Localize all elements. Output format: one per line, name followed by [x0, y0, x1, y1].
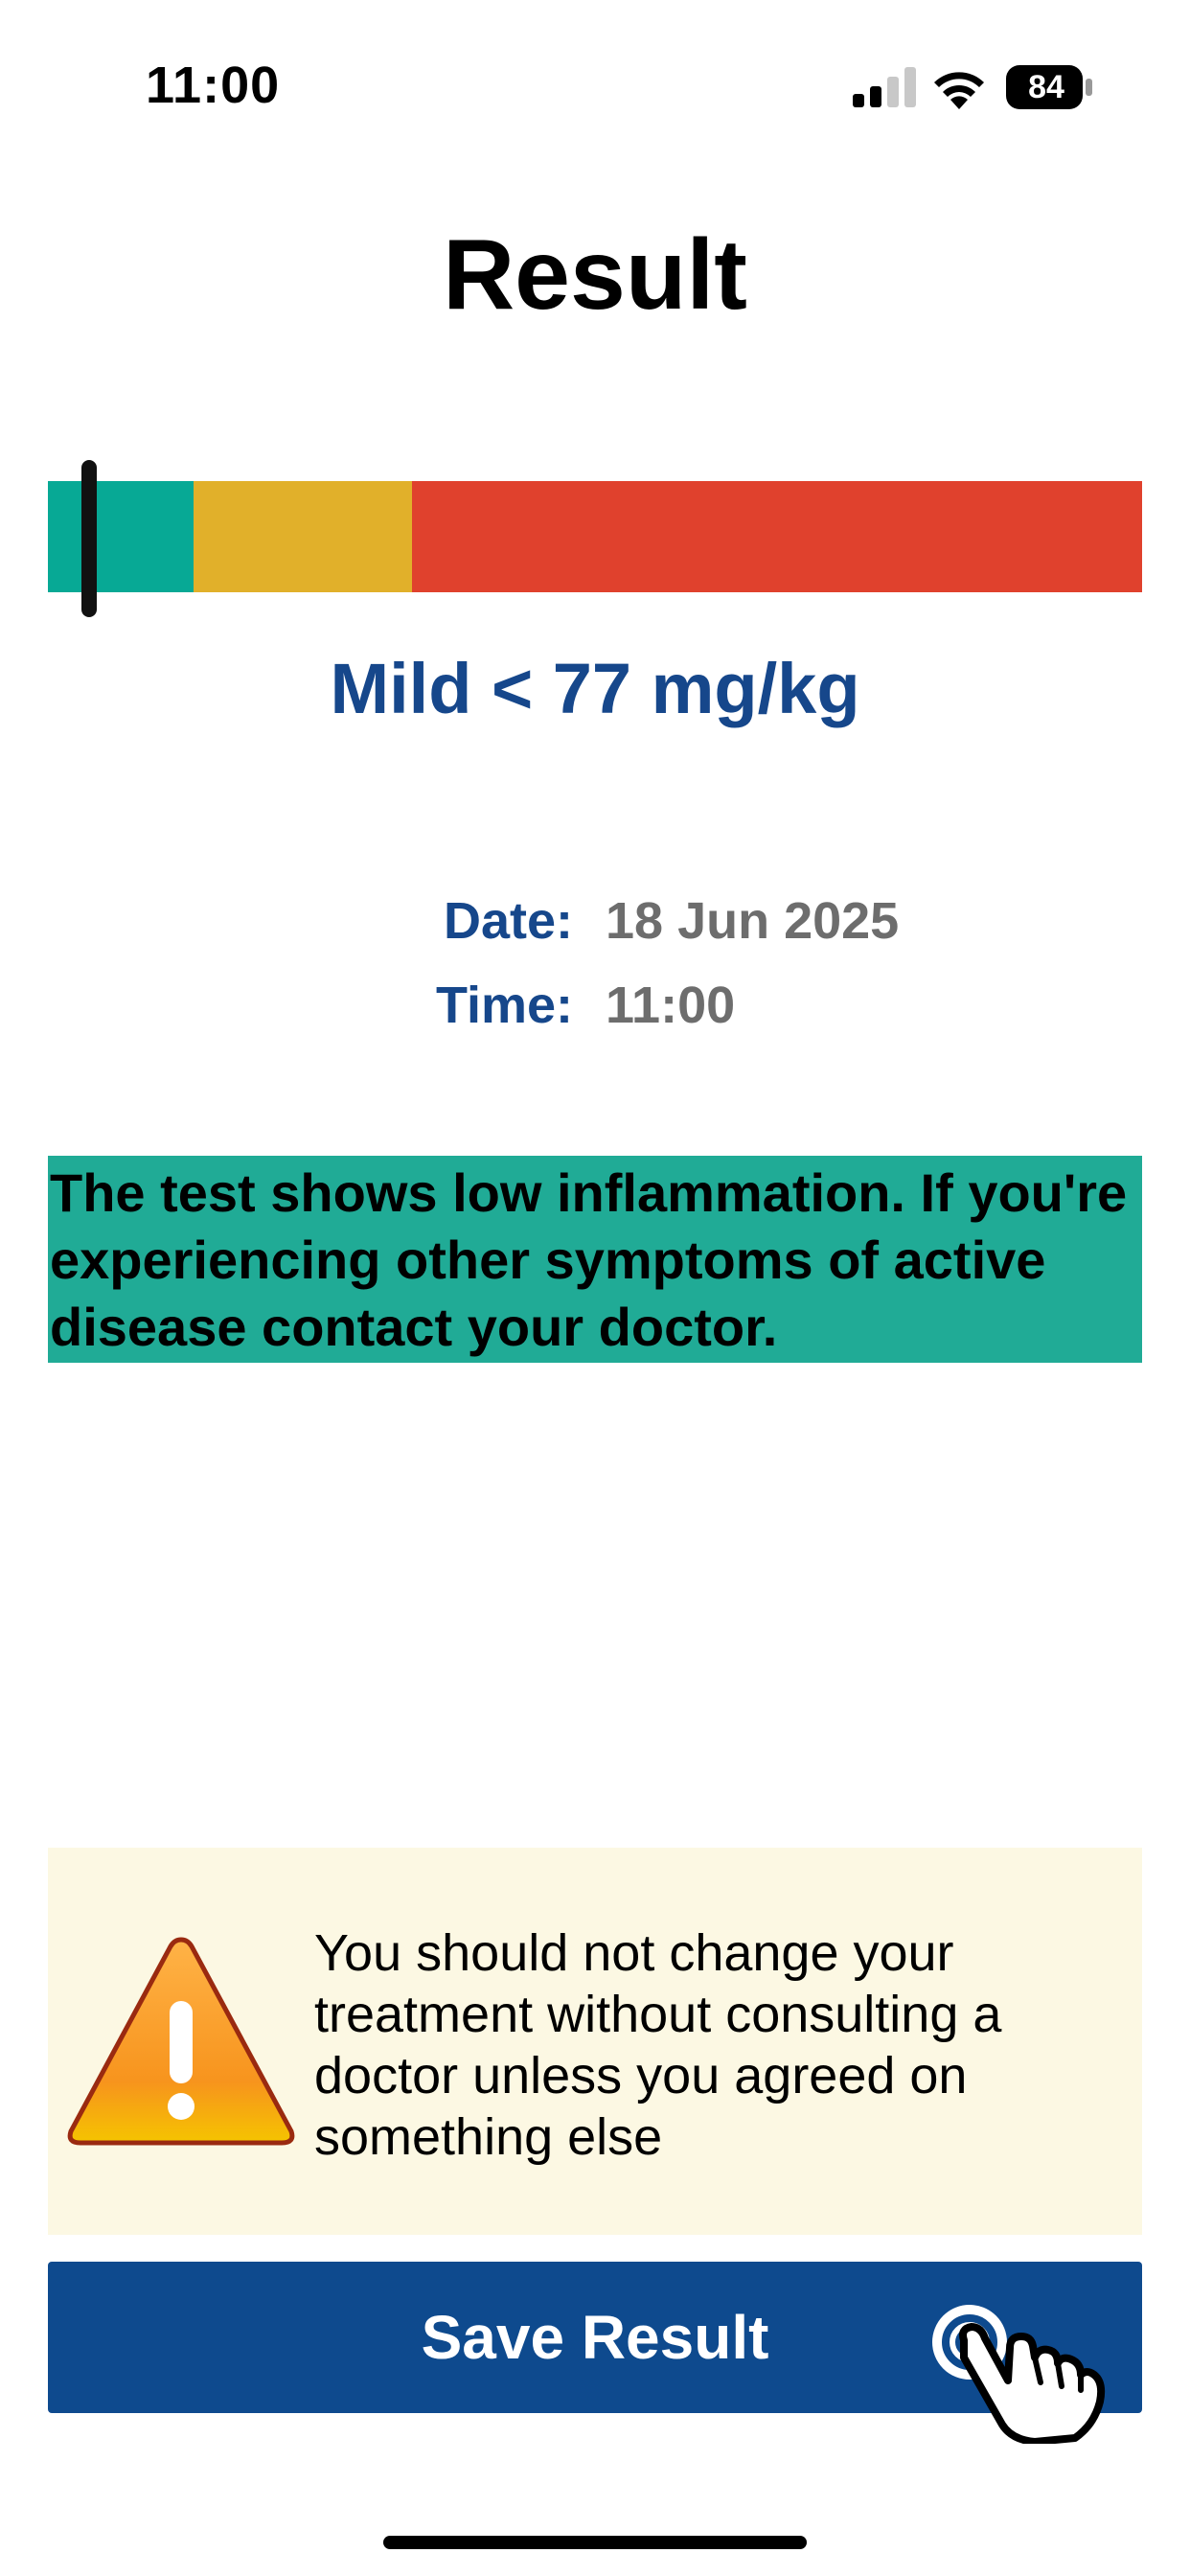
severity-marker — [81, 460, 98, 617]
severity-segment-severe — [412, 481, 1142, 592]
time-label: Time: — [435, 977, 573, 1034]
status-bar: 11:00 84 — [0, 0, 1190, 144]
date-value: 18 Jun 2025 — [606, 892, 900, 950]
date-row: Date: 18 Jun 2025 — [0, 891, 1190, 958]
warning-box: You should not change your treatment wit… — [48, 1848, 1142, 2235]
tap-hand-icon — [932, 2305, 1106, 2444]
home-indicator[interactable] — [383, 2536, 807, 2549]
save-result-label: Save Result — [421, 2303, 769, 2372]
wifi-icon — [934, 72, 984, 109]
warning-text: You should not change your treatment wit… — [314, 1924, 1002, 2166]
warning-triangle-icon — [67, 1937, 295, 2146]
time-row: Time: 11:00 — [0, 976, 1190, 1043]
time-value: 11:00 — [606, 977, 736, 1034]
date-label: Date: — [443, 892, 573, 950]
battery-level: 84 — [1028, 69, 1064, 105]
result-message-text: The test shows low inflammation. If you'… — [50, 1162, 1128, 1357]
severity-level-label: Mild < 77 mg/kg — [330, 649, 860, 728]
result-message: The test shows low inflammation. If you'… — [48, 1156, 1142, 1363]
page-title: Result — [443, 219, 747, 331]
signal-icon — [853, 67, 916, 107]
severity-segment-mild — [48, 481, 194, 592]
severity-bar — [48, 460, 1142, 617]
status-time: 11:00 — [146, 57, 281, 114]
severity-segment-moderate — [193, 481, 413, 592]
